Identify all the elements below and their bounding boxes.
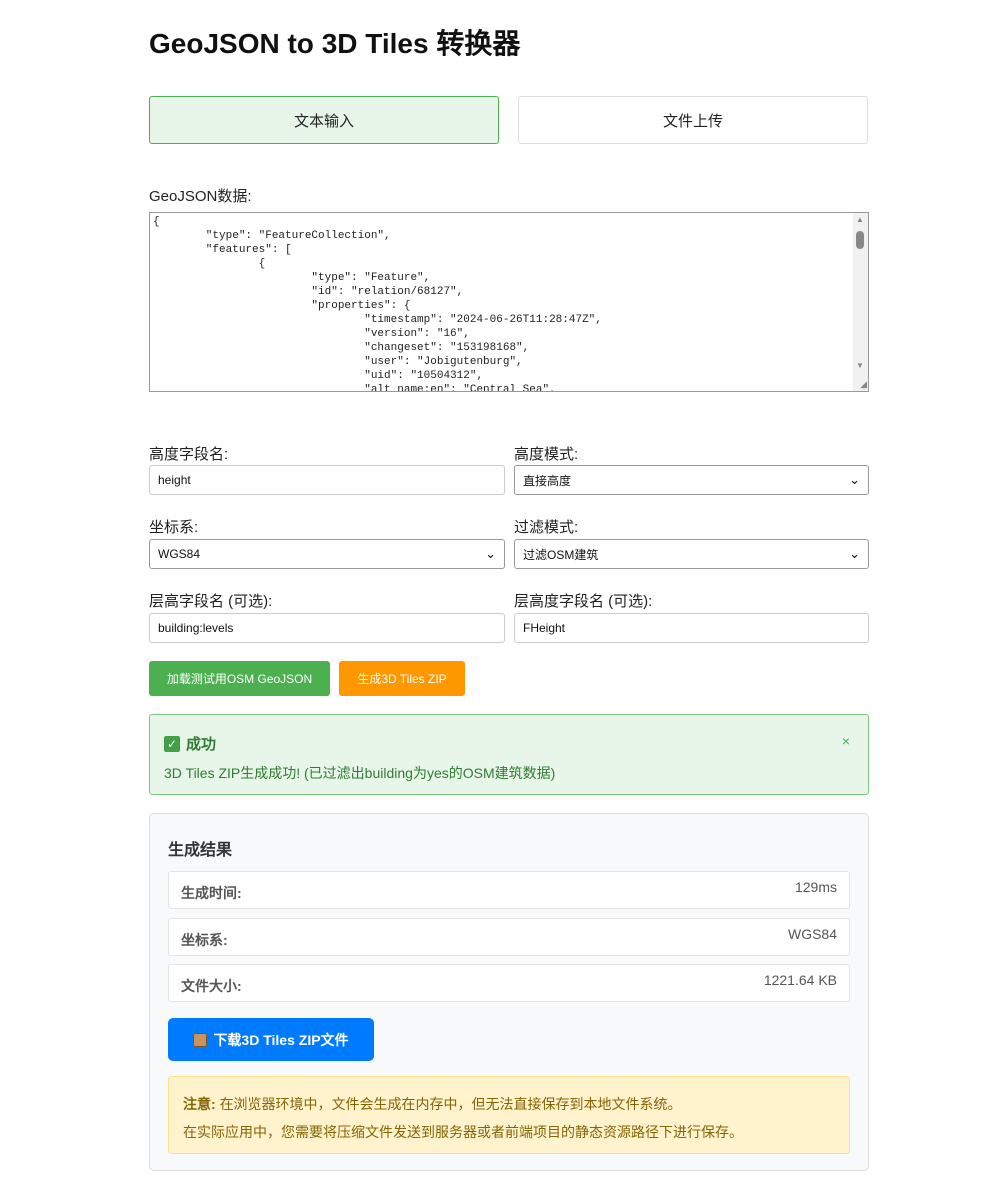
alert-title-text: 成功 [186, 736, 217, 753]
input-value: FHeight [523, 621, 566, 635]
alert-title: ✓ 成功 [164, 733, 216, 754]
geojson-label: GeoJSON数据: [149, 188, 252, 205]
result-value: 1221.64 KB [763, 972, 837, 988]
result-row: 坐标系: WGS84 [168, 918, 850, 956]
results-title: 生成结果 [168, 842, 233, 859]
tab-text-input[interactable]: 文本输入 [149, 96, 499, 144]
download-zip-button[interactable]: 下载3D Tiles ZIP文件 [168, 1018, 374, 1061]
check-icon: ✓ [164, 735, 180, 752]
result-row: 文件大小: 1221.64 KB [168, 964, 850, 1002]
geojson-textarea[interactable]: { "type": "FeatureCollection", "features… [149, 212, 869, 392]
results-panel: 生成结果 生成时间: 129ms 坐标系: WGS84 文件大小: 1221.6… [149, 813, 869, 1171]
select-value: 过滤OSM建筑 [523, 547, 599, 562]
geojson-text: { "type": "FeatureCollection", "features… [153, 216, 602, 392]
package-icon [193, 1032, 208, 1047]
success-alert: ✓ 成功 3D Tiles ZIP生成成功! (已过滤出building为yes… [149, 714, 869, 795]
floor-height-input[interactable]: building:levels [149, 613, 505, 643]
result-key: 生成时间: [181, 885, 242, 901]
filter-mode-select[interactable]: 过滤OSM建筑 ⌄ [514, 539, 869, 569]
close-icon[interactable]: × [842, 733, 850, 749]
floor-height-label: 层高字段名 (可选): [149, 593, 273, 610]
page-title: GeoJSON to 3D Tiles 转换器 [149, 28, 521, 59]
result-key: 坐标系: [181, 932, 228, 948]
floor-field-label: 层高度字段名 (可选): [514, 593, 653, 610]
chevron-down-icon: ⌄ [849, 546, 860, 561]
filter-mode-label: 过滤模式: [514, 519, 579, 536]
result-value: 129ms [794, 879, 837, 895]
tab-label: 文件上传 [662, 112, 723, 130]
chevron-down-icon: ⌄ [849, 472, 860, 487]
alert-message: 3D Tiles ZIP生成成功! (已过滤出building为yes的OSM建… [164, 765, 556, 781]
height-field-label: 高度字段名: [149, 446, 229, 463]
notice-line-1: 注意: 在浏览器环境中，文件会生成在内存中，但无法直接保存到本地文件系统。 [183, 1094, 682, 1114]
result-row: 生成时间: 129ms [168, 871, 850, 909]
scroll-thumb[interactable] [856, 231, 864, 249]
download-label: 下载3D Tiles ZIP文件 [213, 1031, 349, 1048]
scroll-up-icon[interactable]: ▲ [856, 215, 864, 224]
notice-text-1: 在浏览器环境中，文件会生成在内存中，但无法直接保存到本地文件系统。 [219, 1096, 682, 1112]
select-value: 直接高度 [523, 473, 572, 488]
select-value: WGS84 [158, 547, 201, 561]
height-mode-select[interactable]: 直接高度 ⌄ [514, 465, 869, 495]
scroll-down-icon[interactable]: ▼ [856, 361, 864, 370]
generate-button[interactable]: 生成3D Tiles ZIP [339, 661, 465, 696]
crs-label: 坐标系: [149, 519, 199, 536]
notice-line-2: 在实际应用中，您需要将压缩文件发送到服务器或者前端项目的静态资源路径下进行保存。 [183, 1124, 743, 1140]
crs-select[interactable]: WGS84 ⌄ [149, 539, 505, 569]
chevron-down-icon: ⌄ [485, 546, 496, 561]
load-test-button[interactable]: 加载测试用OSM GeoJSON [149, 661, 330, 696]
resize-handle-icon[interactable]: ◢ [860, 379, 867, 390]
input-value: building:levels [158, 621, 234, 635]
floor-field-input[interactable]: FHeight [514, 613, 869, 643]
notice-strong: 注意: [183, 1096, 216, 1112]
result-value: WGS84 [787, 926, 837, 942]
notice-box: 注意: 在浏览器环境中，文件会生成在内存中，但无法直接保存到本地文件系统。 在实… [168, 1076, 850, 1154]
result-key: 文件大小: [181, 978, 242, 994]
textarea-scrollbar[interactable]: ▲ ▼ [853, 213, 868, 391]
tab-label: 文本输入 [293, 112, 354, 130]
input-value: height [158, 473, 191, 487]
height-field-input[interactable]: height [149, 465, 505, 495]
tab-file-upload[interactable]: 文件上传 [518, 96, 868, 144]
height-mode-label: 高度模式: [514, 446, 579, 463]
